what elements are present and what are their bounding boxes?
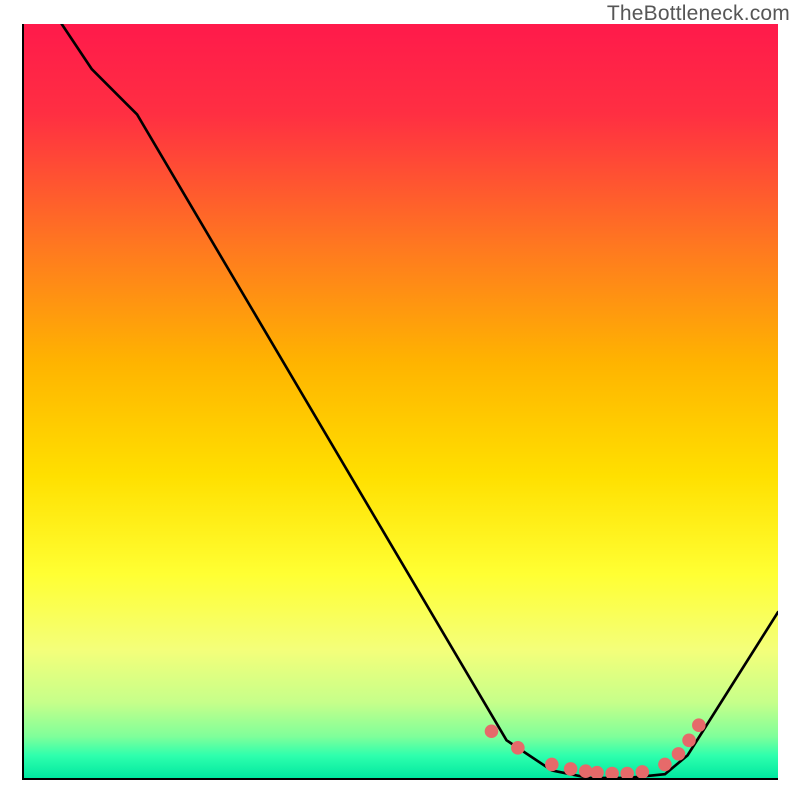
highlight-dot <box>620 767 634 778</box>
highlight-dot <box>692 718 706 732</box>
chart-curve-layer <box>24 24 778 778</box>
highlight-dot <box>635 765 649 778</box>
highlight-dot <box>485 724 499 738</box>
highlight-dot <box>545 758 559 772</box>
chart-area <box>22 24 778 780</box>
highlight-dot <box>672 747 686 761</box>
highlight-dot <box>590 766 604 778</box>
highlight-dot <box>605 767 619 778</box>
highlight-dot <box>658 758 672 772</box>
highlight-dot <box>511 741 525 755</box>
highlight-dot <box>564 762 578 776</box>
bottleneck-curve <box>62 24 778 778</box>
brand-watermark: TheBottleneck.com <box>607 2 790 26</box>
highlight-dot <box>682 734 696 748</box>
